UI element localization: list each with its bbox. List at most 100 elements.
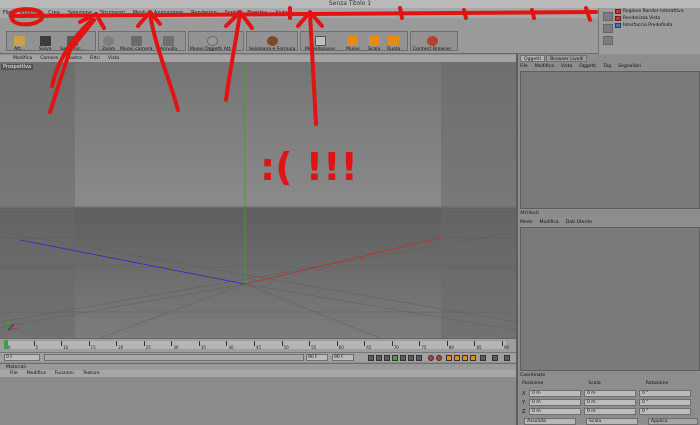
- end-frame-field-2[interactable]: 90 F: [332, 354, 354, 361]
- materials-menu-texture[interactable]: Texture: [83, 371, 100, 376]
- position-z-field[interactable]: 0 m: [529, 408, 581, 415]
- move-tool-button[interactable]: Muovi: [346, 30, 360, 52]
- menu-selezione[interactable]: Selezione: [68, 10, 92, 16]
- open-button[interactable]: Att...: [14, 30, 25, 52]
- tab-layer-browser[interactable]: Browser Livelli: [546, 55, 588, 62]
- play-icon[interactable]: [392, 355, 398, 361]
- menu-aiuto[interactable]: Aiuto: [275, 10, 288, 16]
- timeline[interactable]: 0 5 10 15 20 25 30 35 40 45 50 55 60 65 70 75 80 85 90: [0, 338, 516, 352]
- move-camera-button[interactable]: Muovi camera: [120, 30, 153, 52]
- attributes-menu-modo[interactable]: Modo: [520, 220, 533, 225]
- viewport-perspective[interactable]: [0, 62, 516, 338]
- rotation-b-field[interactable]: 0 °: [639, 408, 691, 415]
- menu-animazione[interactable]: Animazione: [154, 10, 183, 16]
- record-icon[interactable]: [428, 355, 434, 361]
- attributes-area[interactable]: [520, 227, 700, 371]
- undo-button[interactable]: Annulla: [160, 30, 177, 52]
- viewport-menu-mostra[interactable]: Mostra: [66, 56, 82, 61]
- scale-z-field[interactable]: 0 m: [584, 408, 636, 415]
- rotation-p-field[interactable]: 0 °: [639, 399, 691, 406]
- save-incremental-button[interactable]: Salva Inc...: [60, 30, 85, 52]
- materials-menu-funzioni[interactable]: Funzioni: [55, 371, 74, 376]
- objects-menu-vista[interactable]: Vista: [561, 64, 572, 69]
- objects-menu-segnalibri[interactable]: Segnalibri: [618, 64, 641, 69]
- content-browser-button[interactable]: Content Browser: [413, 30, 451, 52]
- layout-item-render-view[interactable]: Renderizza Vista: [615, 16, 660, 21]
- timeline-track[interactable]: 0 5 10 15 20 25 30 35 40 45 50 55 60 65 70 75 80 85 90: [6, 341, 509, 350]
- materials-area[interactable]: [0, 377, 516, 425]
- layout-icon[interactable]: [603, 24, 613, 33]
- position-y-field[interactable]: 0 m: [529, 399, 581, 406]
- timeline-tick: [336, 341, 338, 346]
- coordinate-mode-select[interactable]: Assoluto: [524, 418, 576, 425]
- key-point-icon[interactable]: [480, 355, 486, 361]
- key-scale-icon[interactable]: [454, 355, 460, 361]
- objects-menu-modifica[interactable]: Modifica: [535, 64, 554, 69]
- timeline-playhead[interactable]: [4, 340, 8, 349]
- end-frame-field[interactable]: 90 F: [306, 354, 328, 361]
- scale-tool-button[interactable]: Scala: [368, 30, 380, 52]
- move-active-objects-button[interactable]: Muovi Oggetti Att...: [190, 30, 235, 52]
- timeline-settings-icon[interactable]: [492, 355, 498, 361]
- position-x-field[interactable]: 0 m: [529, 390, 581, 397]
- timeline-menu-icon[interactable]: [504, 355, 510, 361]
- next-frame-icon[interactable]: [400, 355, 406, 361]
- rotate-tool-button[interactable]: Ruota: [387, 30, 400, 52]
- menu-script[interactable]: Script: [225, 10, 240, 16]
- key-position-icon[interactable]: [446, 355, 452, 361]
- go-start-icon[interactable]: [368, 355, 374, 361]
- menu-finestra[interactable]: Finestra: [247, 10, 267, 16]
- viewport-menu-camera[interactable]: Camera: [40, 56, 58, 61]
- objects-menu-tag[interactable]: Tag: [603, 64, 611, 69]
- menu-file[interactable]: File: [3, 10, 11, 16]
- layout-item-render-region[interactable]: Regione Render Interattiva: [615, 9, 684, 14]
- menu-crea[interactable]: Crea: [48, 10, 60, 16]
- menu-rendering[interactable]: Rendering: [191, 10, 217, 16]
- start-frame-field[interactable]: 0 F: [4, 354, 40, 361]
- save-button[interactable]: Salva: [39, 30, 52, 52]
- attributes-menu-dati-utente[interactable]: Dati Utente: [566, 220, 592, 225]
- timeline-tick-label: 50: [283, 345, 289, 350]
- viewport-scene: [0, 62, 516, 338]
- modeling-button[interactable]: Modellazione: [305, 30, 335, 52]
- timeline-tick-label: 75: [421, 345, 427, 350]
- menu-mesh[interactable]: Mesh: [133, 10, 146, 16]
- range-slider[interactable]: [44, 354, 304, 361]
- attributes-menu: Modo Modifica Dati Utente: [520, 219, 592, 226]
- materials-menu-file[interactable]: File: [10, 371, 18, 376]
- timeline-tick-label: 35: [200, 345, 206, 350]
- prev-key-icon[interactable]: [376, 355, 382, 361]
- objects-list[interactable]: [520, 71, 700, 209]
- objects-menu-oggetti[interactable]: Oggetti: [579, 64, 596, 69]
- viewport-menu-vista[interactable]: Vista: [108, 56, 119, 61]
- key-param-icon[interactable]: [470, 355, 476, 361]
- tab-objects[interactable]: Oggetti: [520, 55, 546, 62]
- select-formula-button[interactable]: Seleziona e Formula: [249, 30, 295, 52]
- key-rotation-icon[interactable]: [462, 355, 468, 361]
- objects-menu-file[interactable]: File: [520, 64, 528, 69]
- timeline-tick-label: 15: [90, 345, 96, 350]
- viewport-menu-filtri[interactable]: Filtri: [90, 56, 100, 61]
- scale-y-field[interactable]: 0 m: [584, 399, 636, 406]
- materials-menu-modifica[interactable]: Modifica: [27, 371, 46, 376]
- layout-icon[interactable]: [603, 36, 613, 45]
- next-key-icon[interactable]: [408, 355, 414, 361]
- timeline-tick: [309, 341, 311, 346]
- size-mode-select[interactable]: Scala: [586, 418, 638, 425]
- layout-item-default[interactable]: Interfaccia Predefinita: [615, 23, 673, 28]
- prev-frame-icon[interactable]: [384, 355, 390, 361]
- menu-modifica[interactable]: Modifica: [19, 10, 40, 16]
- menu-strumenti[interactable]: Strumenti: [100, 10, 125, 16]
- transport-bar: 0 F 90 F 90 F: [0, 352, 516, 362]
- timeline-tick: [391, 341, 393, 346]
- rotation-h-field[interactable]: 0 °: [639, 390, 691, 397]
- objects-icon: [206, 36, 218, 46]
- viewport-menu-modifica[interactable]: Modifica: [13, 56, 32, 61]
- apply-button[interactable]: Applica: [648, 418, 698, 425]
- zoom-button[interactable]: Zoom: [102, 30, 115, 52]
- autokey-icon[interactable]: [436, 355, 442, 361]
- layout-icon[interactable]: [603, 12, 613, 21]
- scale-x-field[interactable]: 0 m: [584, 390, 636, 397]
- go-end-icon[interactable]: [416, 355, 422, 361]
- attributes-menu-modifica[interactable]: Modifica: [540, 220, 559, 225]
